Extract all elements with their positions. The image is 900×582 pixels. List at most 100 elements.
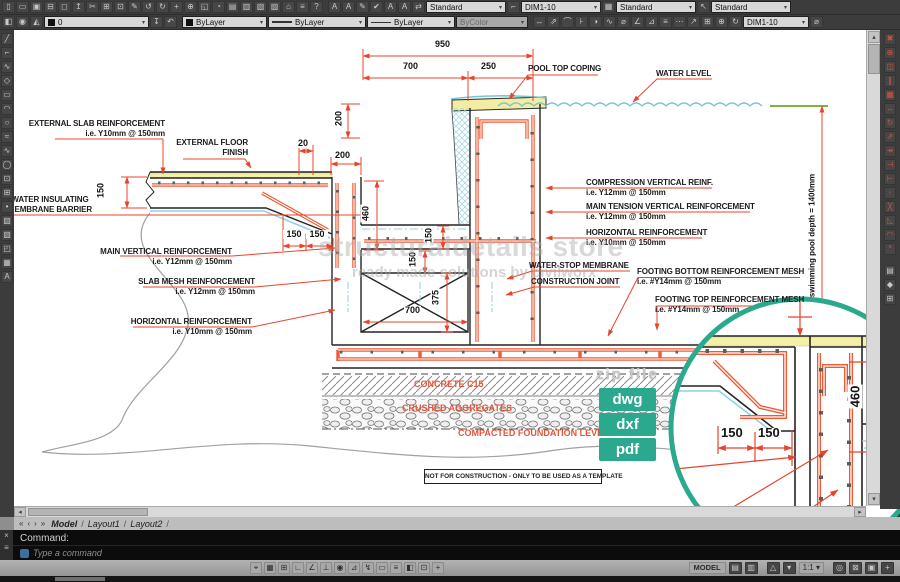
- horizontal-scrollbar[interactable]: ◂ ▸: [14, 506, 866, 517]
- workspace-icon[interactable]: ◆: [884, 279, 896, 291]
- circle-icon[interactable]: ○: [1, 117, 13, 129]
- scroll-up-button[interactable]: ▴: [868, 31, 880, 43]
- dimstyle-control-combo[interactable]: DIM1-10▾: [743, 16, 809, 28]
- break-icon[interactable]: ╳: [884, 201, 896, 213]
- polygon-icon[interactable]: ◇: [1, 75, 13, 87]
- ortho-mode-icon[interactable]: ∟: [292, 562, 304, 574]
- undo-icon[interactable]: ↺: [142, 1, 155, 13]
- tool-palettes-icon[interactable]: ▧: [254, 1, 267, 13]
- trim-icon[interactable]: ⊣: [884, 159, 896, 171]
- explode-icon[interactable]: *: [884, 243, 896, 255]
- badge-dxf[interactable]: dxf: [599, 413, 656, 436]
- dim-style-control-icon[interactable]: ⌀: [810, 16, 823, 28]
- rotate-icon[interactable]: ↻: [884, 117, 896, 129]
- dimension-update-icon[interactable]: ↻: [729, 16, 742, 28]
- redo-icon[interactable]: ↻: [156, 1, 169, 13]
- paste-icon[interactable]: ⊡: [114, 1, 127, 13]
- infer-constraints-icon[interactable]: ⌖: [250, 562, 262, 574]
- leader-icon[interactable]: ↗: [687, 16, 700, 28]
- quickcalc-icon[interactable]: ≡: [296, 1, 309, 13]
- badge-pdf[interactable]: pdf: [599, 438, 656, 461]
- move-icon[interactable]: ↔: [884, 103, 896, 115]
- copy-object-icon[interactable]: ⊕: [884, 47, 896, 59]
- diameter-dimension-icon[interactable]: ⌀: [617, 16, 630, 28]
- make-object-layer-current-icon[interactable]: ↧: [150, 16, 163, 28]
- annotation-scale-button[interactable]: 1:1 ▾: [799, 562, 824, 574]
- convert-text-icon[interactable]: ⇄: [412, 1, 425, 13]
- qnew-icon[interactable]: ▯: [2, 1, 15, 13]
- clean-screen-icon[interactable]: +: [881, 562, 894, 574]
- table-icon[interactable]: ▦: [1, 257, 13, 269]
- open-icon[interactable]: ▭: [16, 1, 29, 13]
- spline-icon[interactable]: ∿: [1, 145, 13, 157]
- revision-cloud-icon[interactable]: ≈: [1, 131, 13, 143]
- scroll-left-button[interactable]: ◂: [14, 507, 26, 517]
- extend-icon[interactable]: ⊢: [884, 173, 896, 185]
- radius-dimension-icon[interactable]: ◑: [589, 16, 602, 28]
- mleader-style-icon[interactable]: ↖: [697, 1, 710, 13]
- baseline-dimension-icon[interactable]: ≡: [659, 16, 672, 28]
- dim-style-combo[interactable]: DIM1-10▾: [521, 1, 601, 13]
- match-properties-icon[interactable]: ✎: [128, 1, 141, 13]
- customize-icon[interactable]: ≡: [4, 544, 9, 552]
- spell-check-icon[interactable]: ✔: [370, 1, 383, 13]
- stretch-icon[interactable]: ↠: [884, 145, 896, 157]
- markup-icon[interactable]: ⌂: [282, 1, 295, 13]
- dim-style-manager-icon[interactable]: ⌐: [507, 1, 520, 13]
- vertical-scrollbar[interactable]: ▴ ▾: [866, 30, 880, 506]
- mirror-icon[interactable]: ◫: [884, 61, 896, 73]
- ordinate-dimension-icon[interactable]: ⊦: [575, 16, 588, 28]
- zoom-realtime-icon[interactable]: ⊕: [184, 1, 197, 13]
- arc-length-dimension-icon[interactable]: ⌒: [561, 16, 574, 28]
- region-icon[interactable]: ◰: [1, 243, 13, 255]
- text-style-icon[interactable]: A: [328, 1, 341, 13]
- gradient-icon[interactable]: ▧: [1, 229, 13, 241]
- cut-icon[interactable]: ✂: [86, 1, 99, 13]
- scale-text-icon[interactable]: A: [384, 1, 397, 13]
- tab-layout1[interactable]: Layout1: [84, 519, 124, 529]
- selection-cycling-icon[interactable]: +: [432, 562, 444, 574]
- annotation-visibility-icon[interactable]: △: [767, 562, 780, 574]
- copy-icon[interactable]: ⊞: [100, 1, 113, 13]
- horizontal-scroll-thumb[interactable]: [28, 508, 148, 516]
- pan-icon[interactable]: +: [170, 1, 183, 13]
- object-snap-icon[interactable]: ⊞: [884, 293, 896, 305]
- center-mark-icon[interactable]: ⊕: [715, 16, 728, 28]
- linear-dimension-icon[interactable]: ↔: [533, 16, 546, 28]
- fillet-icon[interactable]: ◠: [884, 229, 896, 241]
- tab-layout2[interactable]: Layout2: [126, 519, 166, 529]
- point-icon[interactable]: •: [1, 201, 13, 213]
- publish-icon[interactable]: ↥: [72, 1, 85, 13]
- object-snap-toggle-icon[interactable]: ⊥: [320, 562, 332, 574]
- arc-icon[interactable]: ◠: [1, 103, 13, 115]
- layer-combo[interactable]: 0▾: [44, 16, 149, 28]
- layer-states-icon[interactable]: ◉: [16, 16, 29, 28]
- insert-block-icon[interactable]: ⊡: [1, 173, 13, 185]
- continue-dimension-icon[interactable]: ⋯: [673, 16, 686, 28]
- table-style-combo[interactable]: Standard▾: [616, 1, 696, 13]
- transparency-icon[interactable]: ◧: [404, 562, 416, 574]
- table-style-icon[interactable]: ▦: [602, 1, 615, 13]
- break-at-point-icon[interactable]: ◦: [884, 187, 896, 199]
- sheet-set-manager-icon[interactable]: ▨: [268, 1, 281, 13]
- lineweight-combo[interactable]: ByLayer▾: [268, 16, 366, 28]
- plot-style-combo[interactable]: ByColor▾: [456, 16, 528, 28]
- save-icon[interactable]: ▣: [30, 1, 43, 13]
- jogged-dimension-icon[interactable]: ∿: [603, 16, 616, 28]
- layer-previous-icon[interactable]: ↶: [164, 16, 177, 28]
- array-icon[interactable]: ▦: [884, 89, 896, 101]
- color-control-combo[interactable]: ByLayer▾: [182, 16, 267, 28]
- rectangle-icon[interactable]: ▭: [1, 89, 13, 101]
- autoscale-icon[interactable]: ▾: [783, 562, 796, 574]
- make-block-icon[interactable]: ⊞: [1, 187, 13, 199]
- help-icon[interactable]: ?: [310, 1, 323, 13]
- tab-nav-last[interactable]: »: [39, 519, 47, 528]
- ellipse-icon[interactable]: ◯: [1, 159, 13, 171]
- construction-line-icon[interactable]: ⌐: [1, 47, 13, 59]
- tab-nav-next[interactable]: ›: [32, 519, 39, 528]
- 3d-object-snap-icon[interactable]: ◉: [334, 562, 346, 574]
- hatch-icon[interactable]: ▨: [1, 215, 13, 227]
- show-lineweight-icon[interactable]: ≡: [390, 562, 402, 574]
- plot-preview-icon[interactable]: ◻: [58, 1, 71, 13]
- hardware-acceleration-icon[interactable]: ▣: [865, 562, 878, 574]
